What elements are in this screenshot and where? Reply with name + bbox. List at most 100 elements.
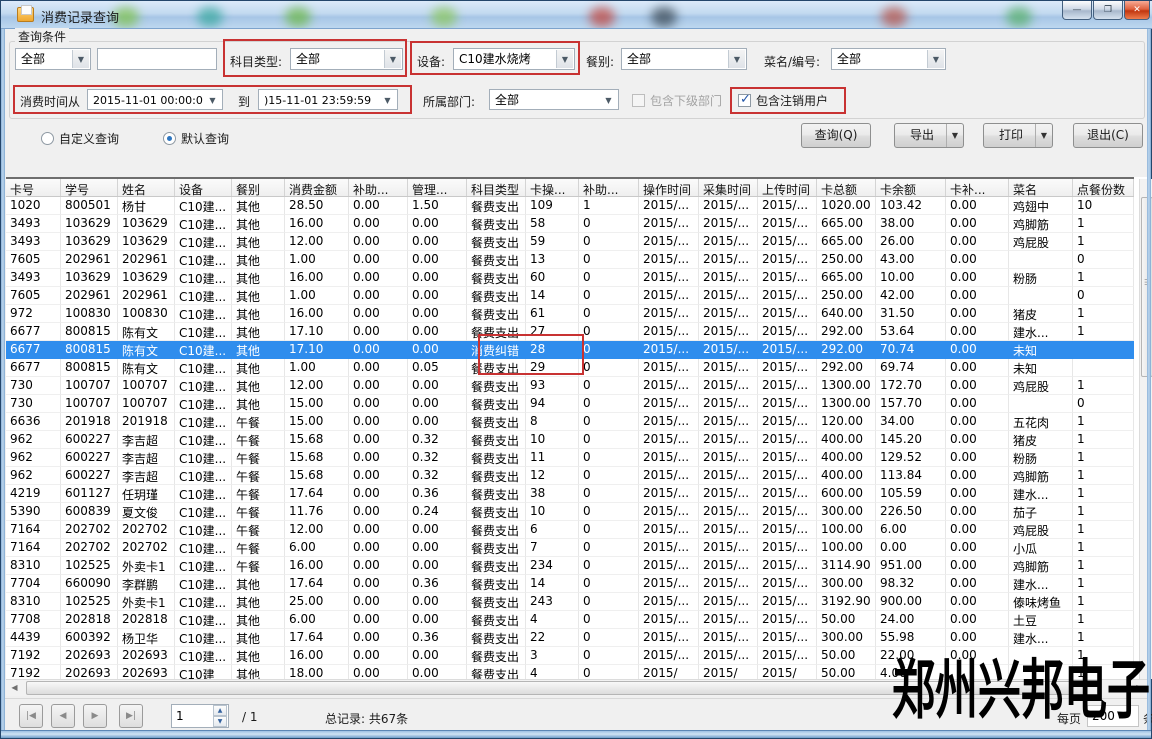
table-row[interactable]: 7708202818202818C10建...其他6.000.000.00餐费支… <box>6 611 1134 629</box>
include-cancelled-users-checkbox[interactable]: 包含注销用户 <box>738 92 828 109</box>
column-header[interactable]: 科目类型 <box>467 179 526 196</box>
exit-button[interactable]: 退出(C) <box>1073 123 1143 148</box>
search-input[interactable] <box>97 48 217 70</box>
titlebar[interactable]: 消费记录查询 — ❐ ✕ <box>1 1 1152 29</box>
cell: 猪皮 <box>1009 305 1073 323</box>
table-row[interactable]: 7605202961202961C10建...其他1.000.000.00餐费支… <box>6 251 1134 269</box>
table-row[interactable]: 7192202693202693C10建其他18.000.000.00餐费支出4… <box>6 665 1134 679</box>
radio-custom-query[interactable]: 自定义查询 <box>41 130 119 147</box>
chevron-down-icon[interactable]: ▼ <box>600 91 617 108</box>
column-header[interactable]: 操作时间 <box>639 179 699 196</box>
scroll-left-icon[interactable]: ◀ <box>6 680 23 696</box>
table-row[interactable]: 4439600392杨卫华C10建...其他17.640.000.36餐费支出2… <box>6 629 1134 647</box>
filter-combobox[interactable]: 全部 ▼ <box>15 48 91 70</box>
chevron-down-icon[interactable]: ▼ <box>1035 124 1052 147</box>
column-header[interactable]: 设备 <box>175 179 232 196</box>
column-header[interactable]: 姓名 <box>118 179 175 196</box>
export-button[interactable]: 导出 ▼ <box>894 123 964 148</box>
table-row[interactable]: 7192202693202693C10建...其他16.000.000.00餐费… <box>6 647 1134 665</box>
column-header[interactable]: 采集时间 <box>699 179 758 196</box>
table-row[interactable]: 6677800815陈有文C10建...其他1.000.000.05餐费支出29… <box>6 359 1134 377</box>
cell: 2015/... <box>758 467 817 485</box>
scroll-right-icon[interactable]: ▶ <box>1131 680 1148 696</box>
chevron-down-icon[interactable]: ▼ <box>204 91 221 108</box>
table-row[interactable]: 962600227李吉超C10建...午餐15.680.000.32餐费支出12… <box>6 467 1134 485</box>
horizontal-scrollbar[interactable]: ◀ ▶ <box>6 679 1148 696</box>
table-row[interactable]: 7164202702202702C10建...午餐12.000.000.00餐费… <box>6 521 1134 539</box>
maximize-button[interactable]: ❐ <box>1093 1 1123 20</box>
subject-type-combobox[interactable]: 全部 ▼ <box>290 48 403 70</box>
table-header: 卡号学号姓名设备餐别消费金额补助...管理...科目类型卡操...补助...操作… <box>6 177 1134 197</box>
device-combobox[interactable]: C10建水烧烤 ▼ <box>453 48 575 70</box>
column-header[interactable]: 菜名 <box>1009 179 1073 196</box>
spinner-up-icon[interactable]: ▲ <box>213 705 227 716</box>
table-row[interactable]: 3493103629103629C10建...其他16.000.000.00餐费… <box>6 215 1134 233</box>
column-header[interactable]: 卡总额 <box>817 179 876 196</box>
radio-default-query[interactable]: 默认查询 <box>163 130 229 147</box>
table-row[interactable]: 6636201918201918C10建...午餐15.000.000.00餐费… <box>6 413 1134 431</box>
print-button[interactable]: 打印 ▼ <box>983 123 1053 148</box>
table-row[interactable]: 6677800815陈有文C10建...其他17.100.000.00消费纠错2… <box>6 341 1134 359</box>
close-button[interactable]: ✕ <box>1124 1 1150 20</box>
table-row[interactable]: 4219601127任玥瑾C10建...午餐17.640.000.36餐费支出3… <box>6 485 1134 503</box>
table-row[interactable]: 972100830100830C10建...其他16.000.000.00餐费支… <box>6 305 1134 323</box>
chevron-down-icon[interactable]: ▼ <box>946 124 963 147</box>
column-header[interactable]: 卡余额 <box>876 179 946 196</box>
table-row[interactable]: 962600227李吉超C10建...午餐15.680.000.32餐费支出11… <box>6 449 1134 467</box>
table-row[interactable]: 7164202702202702C10建...午餐6.000.000.00餐费支… <box>6 539 1134 557</box>
query-button[interactable]: 查询(Q) <box>801 123 871 148</box>
chevron-down-icon[interactable]: ▼ <box>728 50 745 68</box>
column-header[interactable]: 学号 <box>61 179 118 196</box>
column-header[interactable]: 卡补... <box>946 179 1009 196</box>
time-to-picker[interactable]: )15-11-01 23:59:59 ▼ <box>258 89 398 110</box>
chevron-down-icon[interactable]: ▼ <box>927 50 944 68</box>
last-page-button[interactable]: ▶| <box>119 704 143 728</box>
column-header[interactable]: 补助... <box>579 179 639 196</box>
column-header[interactable]: 上传时间 <box>758 179 817 196</box>
cell: 0.00 <box>946 503 1009 521</box>
department-combobox[interactable]: 全部 ▼ <box>489 89 619 110</box>
table-row[interactable]: 6677800815陈有文C10建...其他17.100.000.00餐费支出2… <box>6 323 1134 341</box>
first-page-button[interactable]: |◀ <box>19 704 43 728</box>
table-row[interactable]: 1020800501杨甘C10建...其他28.500.001.50餐费支出10… <box>6 197 1134 215</box>
table-row[interactable]: 730100707100707C10建...其他12.000.000.00餐费支… <box>6 377 1134 395</box>
dish-combobox[interactable]: 全部 ▼ <box>831 48 946 70</box>
per-page-input[interactable] <box>1087 705 1139 727</box>
cell: 猪皮 <box>1009 431 1073 449</box>
horizontal-scrollbar-thumb[interactable] <box>26 681 1086 695</box>
table-row[interactable]: 5390600839夏文俊C10建...午餐11.760.000.24餐费支出1… <box>6 503 1134 521</box>
chevron-down-icon[interactable]: ▼ <box>72 50 89 68</box>
column-header[interactable]: 餐别 <box>232 179 285 196</box>
include-sub-departments-checkbox[interactable]: 包含下级部门 <box>632 92 722 109</box>
chevron-down-icon[interactable]: ▼ <box>379 91 396 108</box>
table-row[interactable]: 3493103629103629C10建...其他16.000.000.00餐费… <box>6 269 1134 287</box>
table-row[interactable]: 7605202961202961C10建...其他1.000.000.00餐费支… <box>6 287 1134 305</box>
time-from-picker[interactable]: 2015-11-01 00:00:0 ▼ <box>87 89 223 110</box>
cell: 0 <box>579 305 639 323</box>
table-row[interactable]: 7704660090李群鹏C10建...其他17.640.000.36餐费支出1… <box>6 575 1134 593</box>
chevron-down-icon[interactable]: ▼ <box>384 50 401 68</box>
table-row[interactable]: 3493103629103629C10建...其他12.000.000.00餐费… <box>6 233 1134 251</box>
next-page-button[interactable]: ▶ <box>83 704 107 728</box>
column-header[interactable]: 卡号 <box>6 179 61 196</box>
spinner-down-icon[interactable]: ▼ <box>213 716 227 727</box>
glass-blur-decoration <box>651 7 677 27</box>
table-row[interactable]: 730100707100707C10建...其他15.000.000.00餐费支… <box>6 395 1134 413</box>
column-header[interactable]: 消费金额 <box>285 179 349 196</box>
cell: 夏文俊 <box>118 503 175 521</box>
cell: 2015/... <box>758 269 817 287</box>
column-header[interactable]: 点餐份数 <box>1073 179 1134 196</box>
column-header[interactable]: 管理... <box>408 179 467 196</box>
table-row[interactable]: 962600227李吉超C10建...午餐15.680.000.32餐费支出10… <box>6 431 1134 449</box>
column-header[interactable]: 补助... <box>349 179 408 196</box>
minimize-button[interactable]: — <box>1062 1 1092 20</box>
cell <box>1009 665 1073 679</box>
chevron-down-icon[interactable]: ▼ <box>556 50 573 68</box>
column-header[interactable]: 卡操... <box>526 179 579 196</box>
page-spinner[interactable]: ▲▼ <box>213 705 227 727</box>
meal-combobox[interactable]: 全部 ▼ <box>621 48 747 70</box>
cell: 2015/... <box>699 521 758 539</box>
prev-page-button[interactable]: ◀ <box>51 704 75 728</box>
table-row[interactable]: 8310102525外卖卡1C10建...其他25.000.000.00餐费支出… <box>6 593 1134 611</box>
table-row[interactable]: 8310102525外卖卡1C10建...午餐16.000.000.00餐费支出… <box>6 557 1134 575</box>
